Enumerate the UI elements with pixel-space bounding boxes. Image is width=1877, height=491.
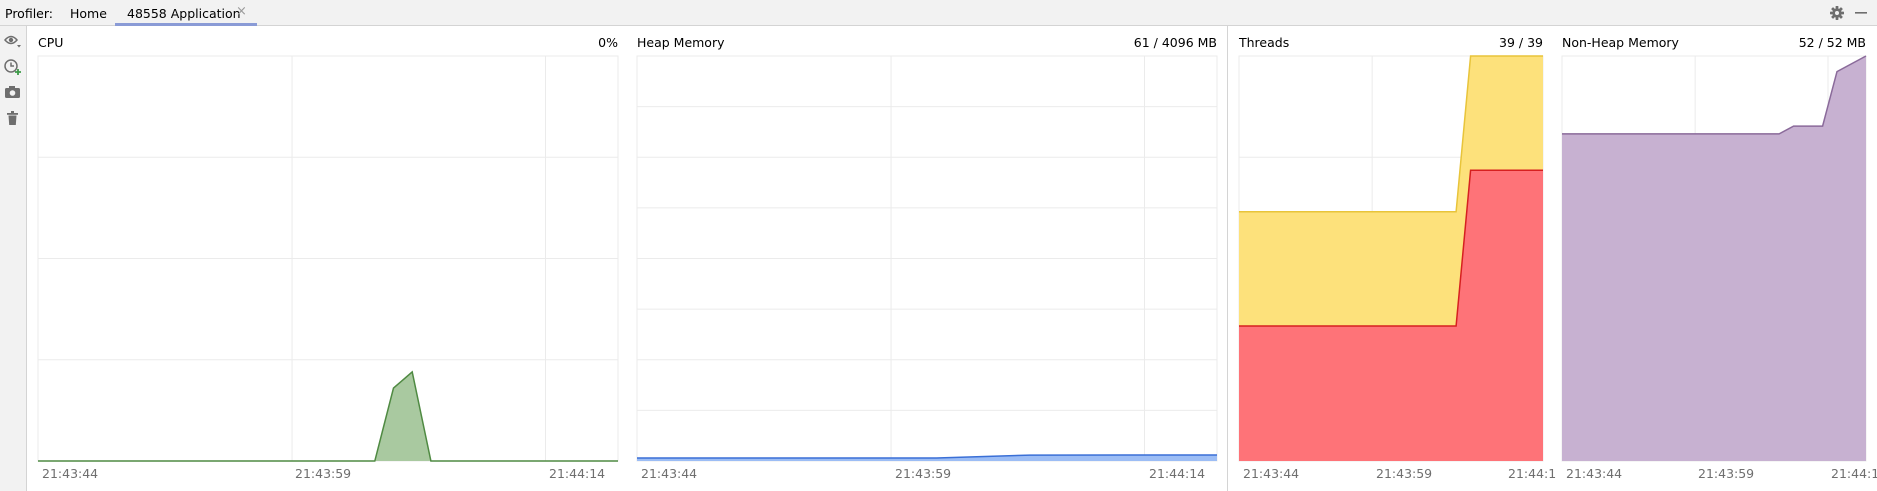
camera-icon[interactable] [2,81,24,103]
threads-tick-label: 21:44:1 [1508,466,1557,481]
cpu-value: 0% [598,35,618,50]
nonheap-tick-label: 21:43:59 [1698,466,1755,481]
cpu-title: CPU [38,35,64,50]
active-tab-indicator [115,23,257,26]
threads-chart[interactable] [1238,55,1544,462]
side-toolbar [0,26,27,491]
cpu-chart[interactable] [37,55,619,462]
profiler-label: Profiler: [5,6,53,21]
nonheap-tick-label: 21:44:1 [1831,466,1877,481]
cpu-tick-label: 21:43:44 [42,466,99,481]
heap-tick-label: 21:43:44 [641,466,698,481]
heap-value: 61 / 4096 MB [1133,35,1217,50]
threads-tick-label: 21:43:59 [1376,466,1433,481]
trash-icon[interactable] [2,107,24,129]
nonheap-chart[interactable] [1561,55,1867,462]
eye-icon[interactable] [2,30,24,52]
tab-close-icon[interactable]: × [236,4,247,19]
threads-tick-label: 21:43:44 [1243,466,1300,481]
minimize-icon[interactable] [1850,2,1872,24]
gear-icon[interactable] [1826,2,1848,24]
threads-title: Threads [1239,35,1290,50]
cpu-tick-label: 21:44:14 [549,466,606,481]
nonheap-title: Non-Heap Memory [1562,35,1679,50]
threads-value: 39 / 39 [1499,35,1543,50]
tab-home[interactable]: Home [70,6,107,21]
top-toolbar: Profiler: Home 48558 Application × [0,0,1877,26]
monitor-divider [1227,26,1228,491]
cpu-tick-label: 21:43:59 [295,466,352,481]
clock-add-icon[interactable] [2,56,24,78]
tab-application[interactable]: 48558 Application [127,6,241,21]
heap-chart[interactable] [636,55,1218,462]
nonheap-tick-label: 21:43:44 [1566,466,1623,481]
heap-tick-label: 21:43:59 [895,466,952,481]
heap-tick-label: 21:44:14 [1149,466,1206,481]
nonheap-value: 52 / 52 MB [1798,35,1866,50]
heap-title: Heap Memory [637,35,725,50]
